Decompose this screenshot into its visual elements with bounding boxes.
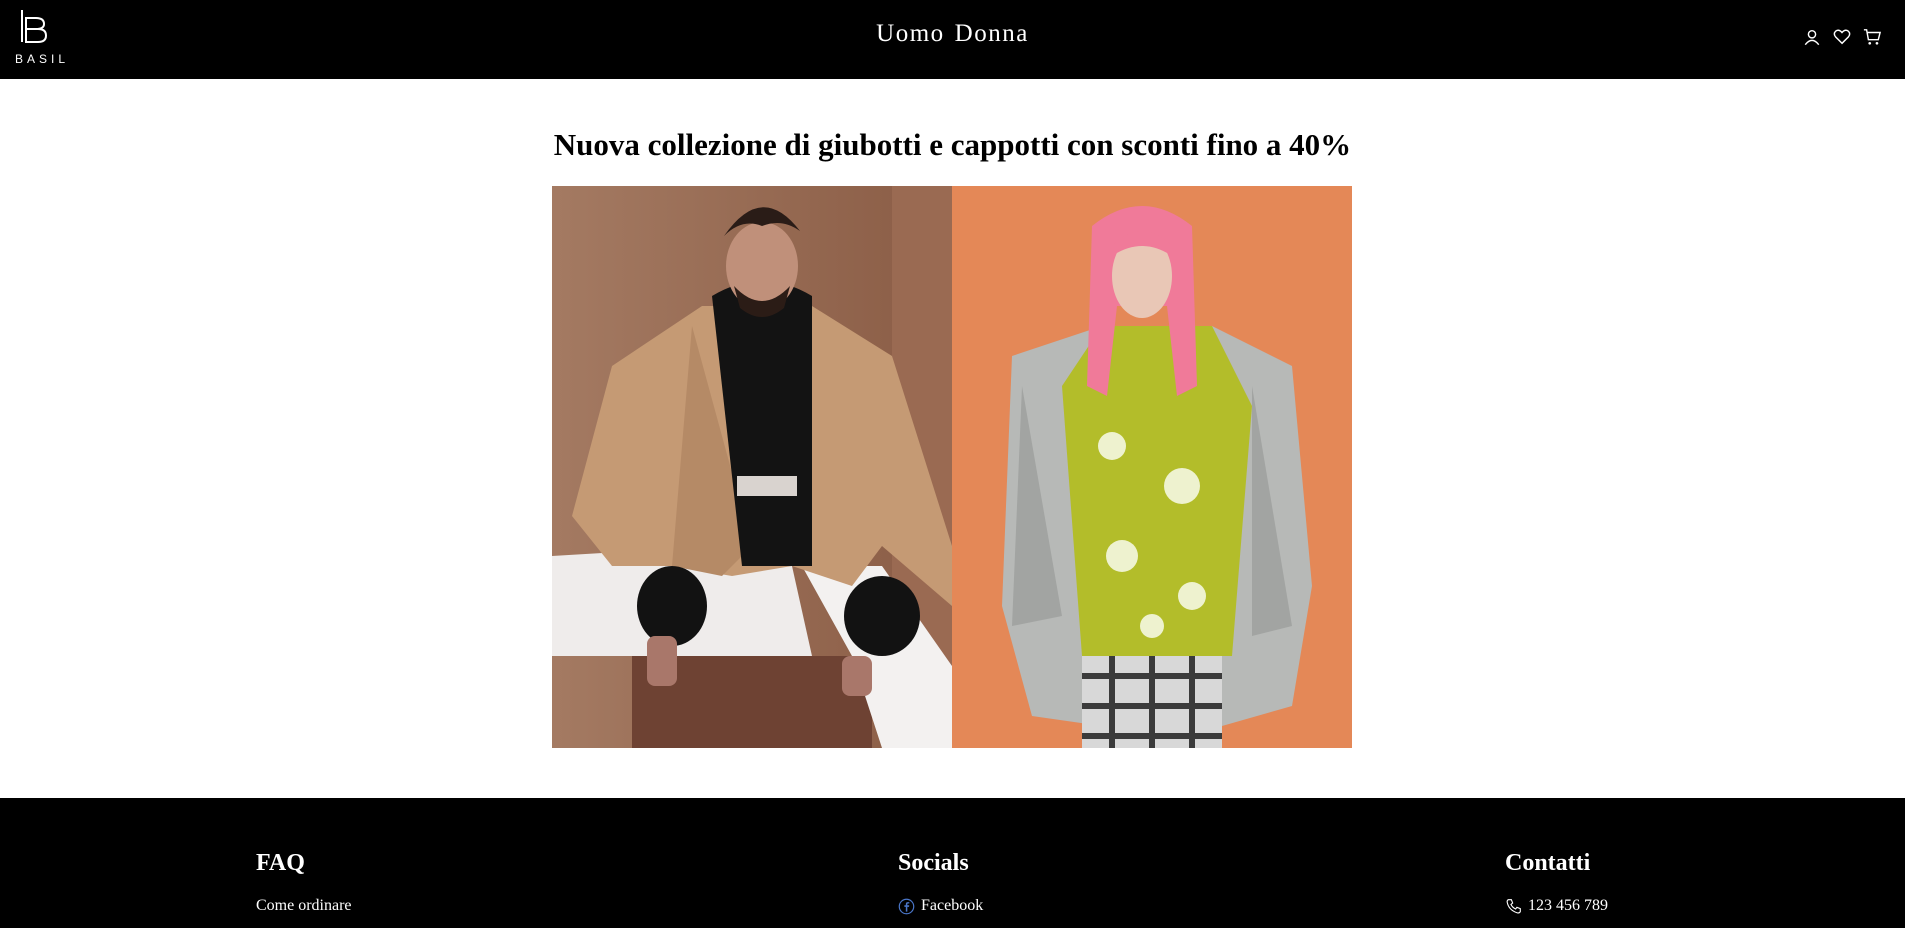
footer-phone[interactable]: 123 456 789 [1505,897,1608,915]
woman-pink-hair-puffer-photo [952,186,1352,748]
cart-icon[interactable] [1863,28,1881,46]
footer-phone-number: 123 456 789 [1528,897,1608,914]
footer-socials: Socials Facebook [898,850,983,915]
footer-link-come-ordinare[interactable]: Come ordinare [256,897,352,915]
footer-contacts: Contatti 123 456 789 [1505,850,1608,915]
footer-faq-heading: FAQ [256,850,305,876]
page: BASIL Uomo Donna Nuova collezione di giub… [0,0,1905,928]
header-actions [1803,28,1881,46]
heart-icon[interactable] [1833,28,1851,46]
user-icon[interactable] [1803,28,1821,46]
footer-socials-heading: Socials [898,850,969,876]
footer-faq: FAQ Come ordinare [256,850,352,915]
hero-banner[interactable] [552,186,1352,748]
main-nav: Uomo Donna [0,20,1905,48]
site-header: BASIL Uomo Donna [0,0,1905,79]
site-footer: FAQ Come ordinare Socials Facebook Conta… [0,798,1905,928]
footer-contacts-heading: Contatti [1505,850,1591,876]
footer-link-facebook[interactable]: Facebook [898,897,983,915]
footer-link-label: Come ordinare [256,897,352,914]
phone-icon [1506,898,1521,914]
hero-title: Nuova collezione di giubotti e cappotti … [553,127,1352,162]
footer-link-label: Facebook [921,897,984,914]
nav-item-donna[interactable]: Donna [955,20,1029,47]
logo-wordmark: BASIL [15,52,70,66]
man-camel-coat-photo [552,186,952,748]
facebook-icon [898,898,915,914]
nav-item-uomo[interactable]: Uomo [876,20,945,47]
